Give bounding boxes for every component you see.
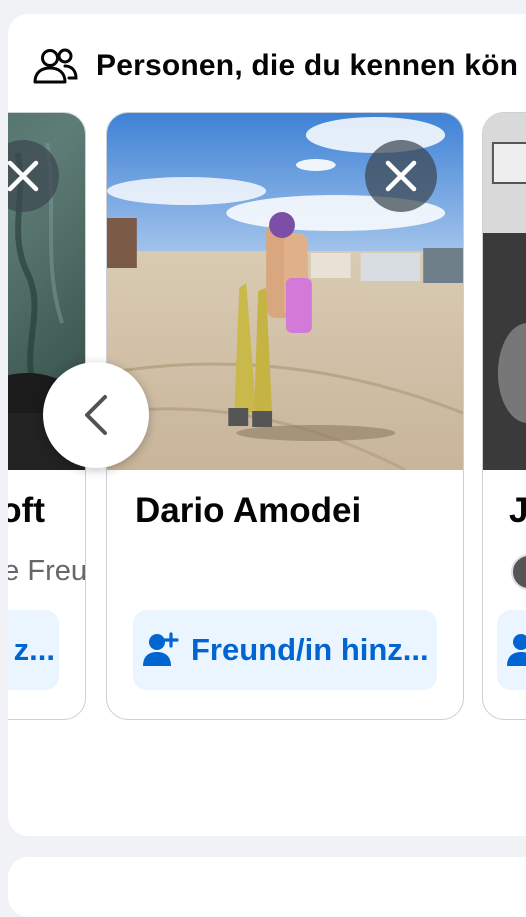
close-icon (385, 160, 417, 192)
add-friend-button[interactable]: z... (8, 610, 59, 690)
chevron-left-icon (85, 395, 107, 435)
suggestion-card[interactable]: Dario Amodei Freund/in hinz... (106, 112, 464, 720)
add-friend-label: Freund/in hinz... (191, 632, 429, 667)
add-friend-button[interactable] (497, 610, 526, 690)
section-title: Personen, die du kennen kön (96, 49, 519, 82)
people-icon (33, 48, 78, 84)
person-name[interactable]: J (509, 491, 526, 531)
section-header: Personen, die du kennen kön (32, 46, 518, 86)
mutual-friend-avatar (511, 554, 526, 590)
add-friend-label: z... (13, 632, 55, 667)
people-you-may-know-panel: Personen, die du kennen kön ft e Freu z.… (8, 14, 526, 836)
person-name[interactable]: Dario Amodei (135, 491, 361, 531)
add-friend-button[interactable]: Freund/in hinz... (133, 610, 437, 690)
mutual-friends: e Freu (8, 555, 86, 587)
person-name[interactable]: oft (8, 491, 45, 531)
profile-photo[interactable] (483, 113, 526, 470)
close-icon (8, 160, 39, 192)
remove-suggestion-button[interactable] (365, 140, 437, 212)
next-section-card (8, 857, 526, 917)
suggestions-carousel: oft e Freu z... (8, 112, 526, 722)
suggestion-card[interactable]: J (482, 112, 526, 720)
add-friend-icon (507, 634, 526, 666)
carousel-prev-button[interactable] (43, 362, 149, 468)
add-friend-icon (143, 632, 179, 666)
